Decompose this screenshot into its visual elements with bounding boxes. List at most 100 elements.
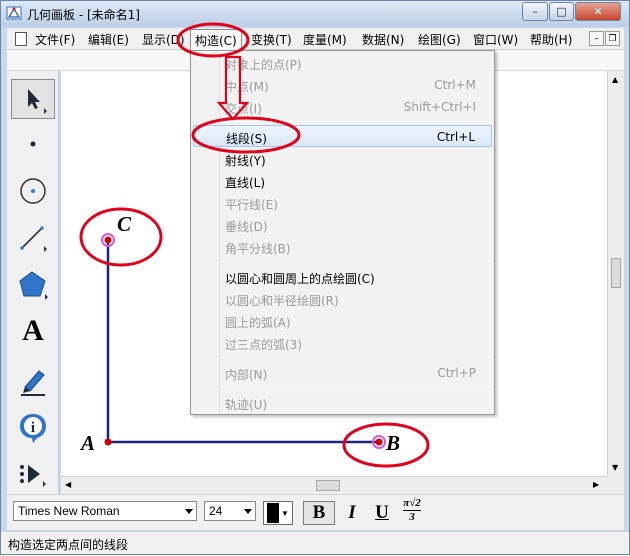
document-icon[interactable] [15, 32, 27, 46]
mdi-minimize-button[interactable]: – [589, 31, 604, 46]
marker-tool[interactable] [11, 361, 55, 401]
compass-tool[interactable] [11, 171, 55, 211]
menu-transform[interactable]: 变换(T) [251, 31, 292, 48]
window-title: 几何画板 - [未命名1] [27, 8, 140, 22]
text-format-toolbar: Times New Roman 24 ▼ B I U π√2 3 [7, 494, 624, 530]
text-color-button[interactable]: ▼ [263, 501, 293, 525]
color-swatch-icon [267, 503, 280, 523]
menu-item-locus[interactable]: 轨迹(U) [191, 392, 494, 414]
title-bar[interactable]: 几何画板 - [未命名1] – □ ✕ [1, 1, 629, 27]
menu-item-shortcut: Ctrl+P [437, 366, 476, 380]
horizontal-scrollbar[interactable]: ◀ ▶ [61, 476, 607, 494]
menu-item-arc-through-three-points[interactable]: 过三点的弧(3) [191, 332, 494, 354]
selection-arrow-tool[interactable] [11, 79, 55, 119]
information-tool[interactable]: i [11, 408, 55, 448]
vertical-scrollbar[interactable]: ▲ ▼ [607, 71, 624, 476]
math-format-button[interactable]: π√2 3 [399, 497, 425, 527]
menu-data[interactable]: 数据(N) [362, 31, 404, 48]
scroll-down-icon[interactable]: ▼ [612, 463, 618, 472]
chevron-down-icon [185, 509, 193, 514]
font-size-value: 24 [209, 504, 223, 518]
minimize-button[interactable]: – [522, 2, 548, 21]
menu-item-interior[interactable]: 内部(N) Ctrl+P [191, 362, 494, 384]
menu-item-label: 内部(N) [225, 368, 268, 382]
font-name-select[interactable]: Times New Roman [13, 501, 197, 521]
menu-item-segment[interactable]: 线段(S) Ctrl+L [193, 125, 492, 147]
vertical-scroll-thumb[interactable] [611, 258, 621, 288]
scroll-corner [607, 476, 624, 494]
polygon-tool-icon [19, 271, 48, 300]
toolbox: A i [7, 71, 59, 494]
menu-construct[interactable]: 构造(C) [190, 29, 242, 52]
status-text: 构造选定两点间的线段 [8, 538, 129, 552]
color-dropdown-icon: ▼ [281, 508, 289, 518]
compass-tool-icon [20, 178, 46, 204]
mdi-minimize-icon: – [594, 33, 599, 44]
menu-item-label: 直线(L) [225, 176, 266, 190]
menu-measure[interactable]: 度量(M) [303, 31, 347, 48]
menu-help[interactable]: 帮助(H) [530, 31, 572, 48]
custom-tool[interactable] [11, 454, 55, 494]
menu-separator [221, 121, 491, 122]
menu-file[interactable]: 文件(F) [35, 31, 75, 48]
point-label-b[interactable]: B [386, 431, 400, 456]
information-glyph: i [31, 420, 35, 436]
maximize-button[interactable]: □ [549, 2, 574, 21]
math-format-bottom: 3 [403, 510, 421, 524]
menu-item-circle-by-center-radius[interactable]: 以圆心和半径绘圆(R) [191, 288, 494, 310]
menu-edit[interactable]: 编辑(E) [88, 31, 129, 48]
text-tool-icon: A [22, 314, 44, 347]
straightedge-tool[interactable] [11, 217, 55, 257]
menu-item-intersection[interactable]: 交点(I) Shift+Ctrl+I [191, 96, 494, 118]
scroll-up-icon[interactable]: ▲ [612, 75, 618, 84]
minimize-icon: – [532, 5, 538, 18]
menu-item-shortcut: Ctrl+L [436, 130, 475, 144]
menu-item-shortcut: Ctrl+M [434, 78, 476, 92]
point-tool-icon [30, 141, 36, 147]
menu-window[interactable]: 窗口(W) [473, 31, 518, 48]
menu-item-midpoint[interactable]: 中点(M) Ctrl+M [191, 74, 494, 96]
app-window: 几何画板 - [未命名1] – □ ✕ 文件(F) 编辑(E) 显示(D) 构造… [0, 0, 630, 555]
menu-item-line[interactable]: 直线(L) [191, 170, 494, 192]
menu-graph[interactable]: 绘图(G) [418, 31, 461, 48]
menu-item-label: 交点(I) [225, 102, 262, 116]
menu-separator [221, 357, 491, 358]
italic-button[interactable]: I [337, 501, 367, 525]
menu-item-point-on-object[interactable]: 对象上的点(P) [191, 52, 494, 74]
scroll-left-icon[interactable]: ◀ [65, 480, 71, 489]
close-button[interactable]: ✕ [575, 2, 621, 21]
text-tool[interactable]: A [11, 311, 55, 351]
font-name-value: Times New Roman [18, 504, 120, 518]
menu-item-label: 线段(S) [226, 132, 267, 146]
menu-item-label: 圆上的弧(A) [225, 316, 291, 330]
custom-tool-icon [20, 465, 46, 487]
mdi-restore-button[interactable]: ❐ [605, 31, 620, 46]
underline-button[interactable]: U [367, 501, 397, 525]
menu-item-label: 轨迹(U) [225, 398, 268, 412]
menu-item-label: 以圆心和半径绘圆(R) [225, 294, 339, 308]
construct-menu-dropdown: 对象上的点(P) 中点(M) Ctrl+M 交点(I) Shift+Ctrl+I 线… [190, 50, 495, 415]
menu-item-arc-on-circle[interactable]: 圆上的弧(A) [191, 310, 494, 332]
horizontal-scroll-thumb[interactable] [316, 480, 340, 491]
font-size-select[interactable]: 24 [204, 501, 256, 521]
scroll-right-icon[interactable]: ▶ [593, 480, 599, 489]
menu-item-parallel-line[interactable]: 平行线(E) [191, 192, 494, 214]
point-label-a[interactable]: A [81, 431, 95, 456]
menu-item-label: 过三点的弧(3) [225, 338, 302, 352]
menu-item-label: 垂线(D) [225, 220, 268, 234]
information-tool-icon: i [20, 414, 46, 443]
menu-display[interactable]: 显示(D) [142, 31, 185, 48]
polygon-tool[interactable] [11, 265, 55, 305]
menu-bar: 文件(F) 编辑(E) 显示(D) 构造(C) 变换(T) 度量(M) 数据(N… [7, 28, 624, 52]
menu-item-label: 角平分线(B) [225, 242, 291, 256]
menu-item-circle-by-center-point[interactable]: 以圆心和圆周上的点绘圆(C) [191, 266, 494, 288]
math-format-top: π√2 [403, 497, 421, 509]
maximize-icon: □ [556, 5, 567, 18]
menu-item-label: 以圆心和圆周上的点绘圆(C) [225, 272, 375, 286]
point-tool[interactable] [11, 124, 55, 164]
menu-item-angle-bisector[interactable]: 角平分线(B) [191, 236, 494, 258]
menu-item-perpendicular-line[interactable]: 垂线(D) [191, 214, 494, 236]
bold-button[interactable]: B [303, 501, 335, 525]
point-label-c[interactable]: C [117, 212, 131, 237]
menu-item-ray[interactable]: 射线(Y) [191, 148, 494, 170]
